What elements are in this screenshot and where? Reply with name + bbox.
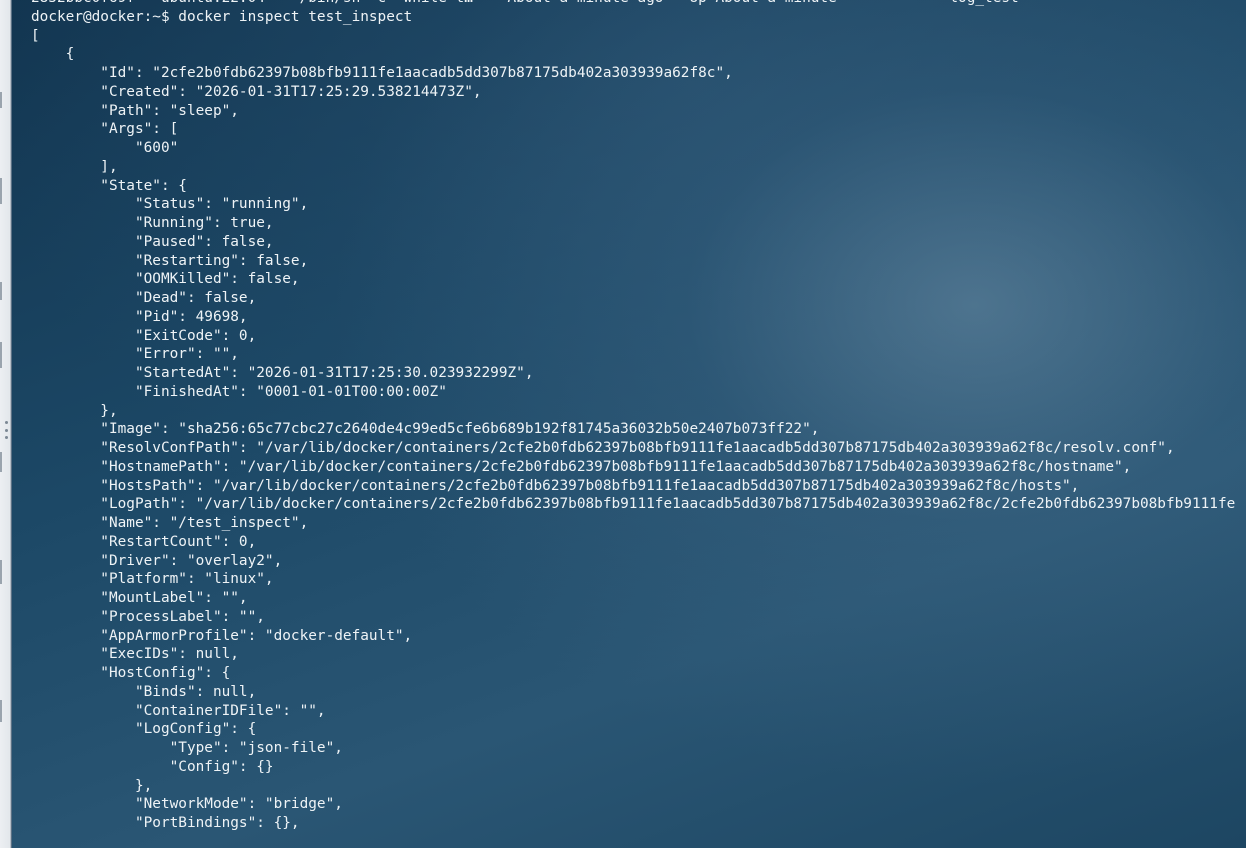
terminal-line: "Platform": "linux", [31,571,274,588]
terminal-line: "LogPath": "/var/lib/docker/containers/2… [31,496,1236,513]
terminal-line: ], [31,158,118,175]
terminal-line: "MountLabel": "", [31,590,248,606]
terminal-line: "Type": "json-file", [31,740,343,756]
terminal-line: "ResolvConfPath": "/var/lib/docker/conta… [31,440,1175,456]
edge-tab-mark [0,452,2,472]
terminal-line: "Restarting": false, [31,252,309,269]
edge-tab-mark [0,560,2,584]
terminal-line: "ContainerIDFile": "", [31,702,326,719]
terminal-line: "Pid": 49698, [31,308,248,325]
edge-tab-mark [0,342,2,368]
edge-tab-mark [0,178,2,204]
terminal-line: [ [31,27,40,44]
terminal-prompt-line: docker@docker:~$ docker inspect test_ins… [31,8,413,25]
terminal-window[interactable]: 2852bbc0f69f ubuntu:22.04 "/bin/sh -c 'w… [12,0,1246,848]
terminal-line: "Name": "/test_inspect", [31,515,309,531]
terminal-line: "Running": true, [31,215,274,231]
terminal-line: "Driver": "overlay2", [31,552,283,569]
terminal-line: "Status": "running", [31,196,309,213]
desktop-window: 2852bbc0f69f ubuntu:22.04 "/bin/sh -c 'w… [0,0,1246,848]
terminal-line: "ProcessLabel": "", [31,608,265,625]
terminal-line: "NetworkMode": "bridge", [31,796,343,813]
terminal-line: "Args": [ [31,121,179,138]
terminal-line: "Dead": false, [31,290,257,306]
terminal-line: }, [31,777,153,794]
edge-tab-mark [0,92,2,108]
terminal-line: "FinishedAt": "0001-01-01T00:00:00Z" [31,383,447,400]
terminal-output: 2852bbc0f69f ubuntu:22.04 "/bin/sh -c 'w… [31,0,1235,833]
terminal-line: "Id": "2cfe2b0fdb62397b08bfb9111fe1aacad… [31,65,733,81]
terminal-line: "ExitCode": 0, [31,327,257,344]
left-window-edge [0,0,12,848]
edge-tab-mark [0,282,2,300]
terminal-line: "HostConfig": { [31,665,231,681]
terminal-line: "Path": "sleep", [31,102,239,119]
terminal-line: "600" [31,140,179,156]
terminal-line: "Image": "sha256:65c77cbc27c2640de4c99ed… [31,421,820,438]
terminal-line: "Config": {} [31,758,274,775]
terminal-line: "Error": "", [31,346,239,363]
terminal-line: "HostnamePath": "/var/lib/docker/contain… [31,458,1132,475]
terminal-line: "StartedAt": "2026-01-31T17:25:30.023932… [31,365,534,381]
terminal-line: "Created": "2026-01-31T17:25:29.53821447… [31,83,482,100]
terminal-line: 2852bbc0f69f ubuntu:22.04 "/bin/sh -c 'w… [31,0,1235,8]
terminal-line: }, [31,402,118,419]
terminal-line: "PortBindings": {}, [31,815,300,831]
terminal-line: { [31,46,75,63]
terminal-line: "Binds": null, [31,683,257,700]
terminal-line: "OOMKilled": false, [31,271,300,288]
terminal-line: "LogConfig": { [31,721,257,738]
terminal-line: "Paused": false, [31,233,274,250]
edge-tab-mark [0,700,2,722]
terminal-line: "ExecIDs": null, [31,646,239,663]
terminal-line: "RestartCount": 0, [31,533,257,550]
resize-grip-icon[interactable] [4,421,8,439]
terminal-line: "HostsPath": "/var/lib/docker/containers… [31,477,1080,494]
terminal-line: "AppArmorProfile": "docker-default", [31,627,413,644]
terminal-line: "State": { [31,177,187,194]
